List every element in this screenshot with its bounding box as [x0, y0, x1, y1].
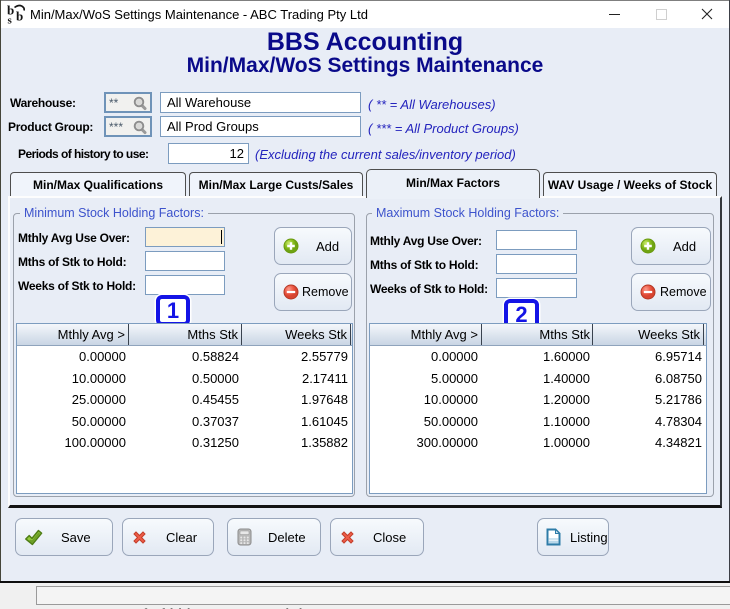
svg-text:s: s [8, 15, 13, 26]
svg-text:b: b [16, 9, 23, 24]
